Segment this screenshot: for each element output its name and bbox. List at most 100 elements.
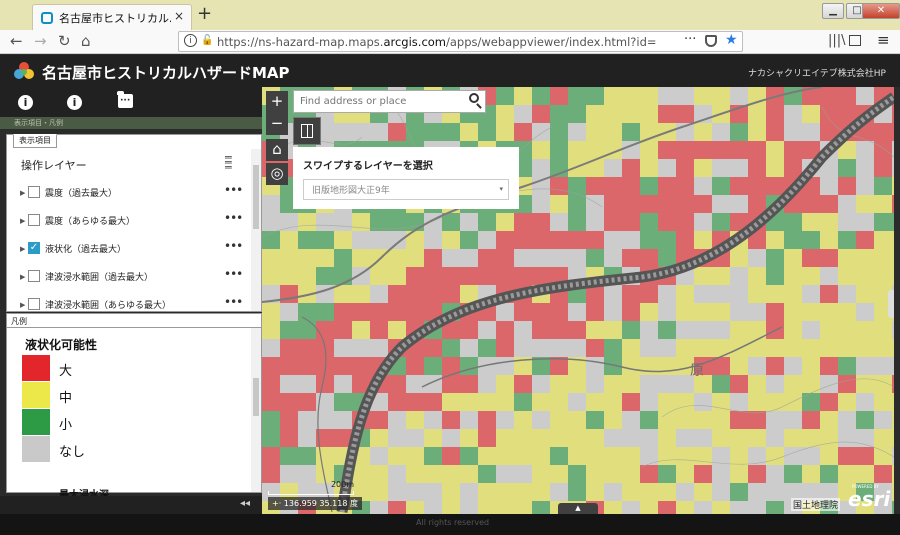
hazard-cell (874, 195, 892, 213)
address-bar[interactable]: i 🔓 https://ns-hazard-map.maps.arcgis.co… (178, 31, 743, 52)
folder-more-icon[interactable]: ··· (117, 91, 133, 108)
expand-arrow-icon[interactable]: ▶ (20, 189, 25, 197)
zoom-out-button[interactable]: − (266, 113, 288, 135)
layer-list-scrollbar[interactable] (251, 149, 261, 311)
zoom-in-button[interactable]: + (266, 91, 288, 113)
hazard-cell (568, 249, 586, 267)
hazard-cell (406, 447, 424, 465)
layer-item[interactable]: ▶ ✓ 液状化（過去最大） ••• (7, 239, 247, 263)
home-extent-button[interactable]: ⌂ (266, 139, 288, 161)
company-link[interactable]: ナカシャクリエイテブ株式会社HP (748, 66, 886, 79)
layer-options-icon[interactable]: ••• (224, 239, 243, 253)
hazard-cell (694, 393, 712, 411)
hazard-cell (838, 429, 856, 447)
swipe-layer-select[interactable]: 旧版地形図大正9年 ▾ (303, 179, 509, 200)
hazard-cell (550, 429, 568, 447)
hazard-cell (406, 303, 424, 321)
hazard-cell (532, 393, 550, 411)
browser-tab[interactable]: 名古屋市ヒストリカルハザード × (32, 4, 192, 30)
url-text[interactable]: https://ns-hazard-map.maps.arcgis.com/ap… (217, 35, 657, 49)
hazard-cell (784, 231, 802, 249)
warning-lock-icon[interactable]: 🔓 (201, 35, 213, 47)
hazard-cell (568, 141, 586, 159)
hazard-cell (748, 465, 766, 483)
hazard-cell (262, 465, 280, 483)
layer-checkbox[interactable] (28, 214, 40, 226)
esri-logo[interactable]: esri (848, 487, 890, 511)
layer-label: 津波浸水範囲（あらゆる最大） (45, 301, 172, 311)
hazard-cell (856, 159, 874, 177)
coordinate-readout[interactable]: +· 136.959 35.118 度 (268, 497, 362, 510)
search-icon[interactable] (469, 93, 479, 103)
hazard-cell (838, 177, 856, 195)
tab-legend[interactable]: 凡例 (11, 316, 27, 327)
layer-options-menu-icon[interactable]: ═ ═ ═ (225, 152, 239, 173)
expand-arrow-icon[interactable]: ▶ (20, 217, 25, 225)
scrollbar-thumb[interactable] (253, 165, 259, 229)
new-tab-button[interactable]: + (197, 3, 212, 24)
layer-options-icon[interactable]: ••• (224, 183, 243, 197)
hazard-cell (748, 375, 766, 393)
hazard-cell (658, 429, 676, 447)
legend-scrollbar[interactable] (251, 328, 261, 492)
layer-checkbox[interactable] (28, 270, 40, 282)
layer-options-icon[interactable]: ••• (224, 267, 243, 281)
hazard-cell (766, 303, 784, 321)
hazard-cell (604, 213, 622, 231)
layer-checkbox[interactable] (28, 298, 40, 310)
page-actions-icon[interactable]: ··· (684, 32, 696, 47)
hazard-cell (784, 213, 802, 231)
hazard-cell (694, 177, 712, 195)
back-arrow-icon[interactable]: ← (10, 32, 23, 50)
site-info-icon[interactable]: i (184, 34, 197, 47)
hazard-cell (766, 357, 784, 375)
library-icon[interactable]: |||\ (828, 33, 846, 48)
info-icon[interactable]: i (67, 95, 82, 110)
hazard-cell (658, 501, 676, 514)
window-close-button[interactable]: ✕ (862, 3, 900, 19)
hazard-cell (784, 303, 802, 321)
expand-arrow-icon[interactable]: ▶ (20, 301, 25, 309)
expand-arrow-icon[interactable]: ▶ (20, 245, 25, 253)
scrollbar-thumb[interactable] (253, 378, 259, 416)
minimize-button[interactable]: ▁ (822, 3, 844, 19)
bookmark-star-icon[interactable]: ★ (725, 32, 738, 48)
hazard-cell (370, 123, 388, 141)
about-info-icon[interactable]: i (18, 95, 33, 110)
search-input[interactable] (300, 94, 460, 109)
map-view[interactable]: 原 + − ⌂ ◎ スワイプするレイヤーを選択 旧版地形図大正9年 ▾ 200m… (262, 87, 894, 514)
layer-checkbox[interactable]: ✓ (28, 242, 40, 254)
sidebar-toggle-icon[interactable] (849, 35, 861, 46)
reload-icon[interactable]: ↻ (58, 32, 71, 50)
expand-arrow-icon[interactable]: ▶ (20, 273, 25, 281)
collapse-panel-button[interactable]: ◂◂ (240, 498, 250, 509)
hazard-cell (676, 159, 694, 177)
hamburger-menu-icon[interactable]: ≡ (877, 31, 890, 49)
layer-label: 震度（あらゆる最大） (45, 217, 136, 227)
hazard-cell (604, 249, 622, 267)
layer-options-icon[interactable]: ••• (224, 211, 243, 225)
hazard-cell (604, 87, 622, 105)
pocket-icon[interactable] (705, 35, 717, 47)
hazard-cell (514, 267, 532, 285)
home-icon[interactable]: ⌂ (81, 32, 91, 50)
layer-item[interactable]: ▶ 津波浸水範囲（過去最大） ••• (7, 267, 247, 291)
layer-item[interactable]: ▶ 震度（あらゆる最大） ••• (7, 211, 247, 235)
layer-options-icon[interactable]: ••• (224, 295, 243, 309)
hazard-cell (568, 375, 586, 393)
address-search[interactable] (293, 90, 486, 113)
attribution-toggle-button[interactable]: ▲ (558, 503, 598, 514)
layer-item[interactable]: ▶ 震度（過去最大） ••• (7, 183, 247, 207)
map-attribution[interactable]: 国土地理院 (791, 498, 841, 511)
tab-layers[interactable]: 表示項目 (13, 134, 57, 148)
forward-arrow-icon[interactable]: → (34, 32, 47, 50)
swipe-tool-button[interactable] (293, 117, 321, 145)
my-location-button[interactable]: ◎ (266, 163, 288, 185)
hazard-cell (604, 375, 622, 393)
hazard-cell (658, 465, 676, 483)
hazard-cell (676, 303, 694, 321)
hazard-cell (532, 105, 550, 123)
tab-close-icon[interactable]: × (174, 9, 184, 23)
layer-checkbox[interactable] (28, 186, 40, 198)
hazard-cell (640, 429, 658, 447)
